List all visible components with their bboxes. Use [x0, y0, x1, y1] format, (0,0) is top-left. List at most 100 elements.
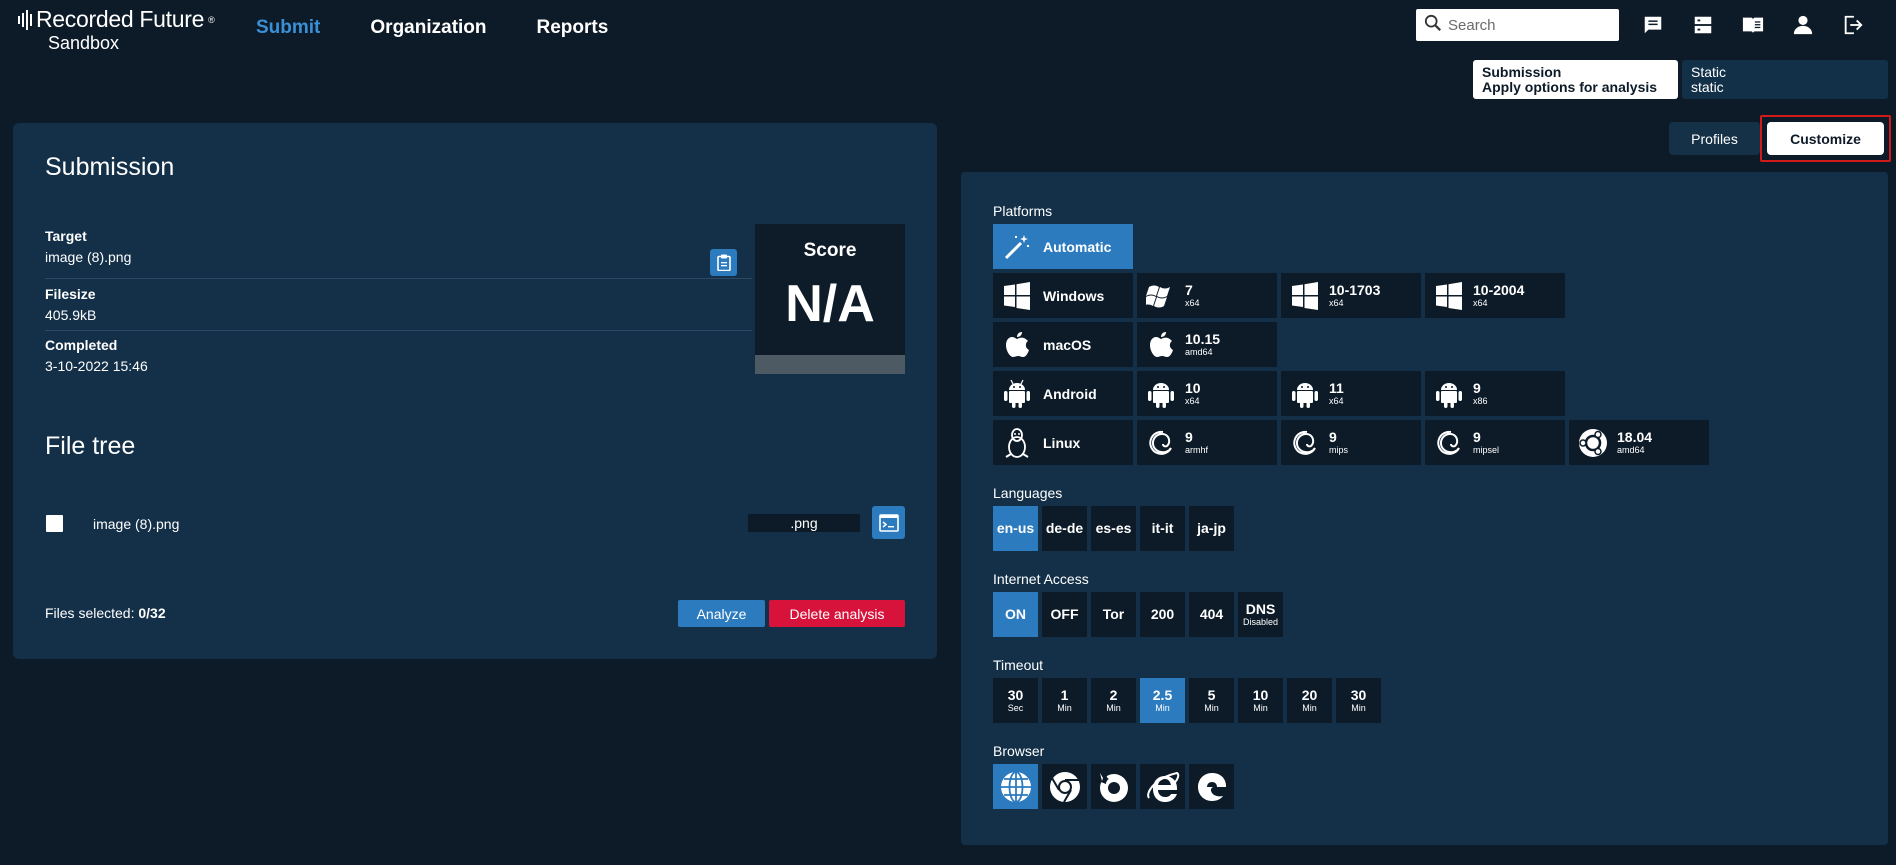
- timeout-value: 10: [1252, 686, 1269, 703]
- browser-default[interactable]: [993, 764, 1038, 809]
- timeout-1-min[interactable]: 1 Min: [1042, 678, 1087, 723]
- platform-version: 10: [1185, 379, 1201, 396]
- timeout-10-min[interactable]: 10 Min: [1238, 678, 1283, 723]
- timeout-30-sec[interactable]: 30 Sec: [993, 678, 1038, 723]
- server-icon[interactable]: [1690, 12, 1715, 37]
- submission-title: Submission: [45, 153, 175, 181]
- platform-windows-10-2004[interactable]: 10-2004 x64: [1425, 273, 1565, 318]
- platform-android-label: Android: [1043, 385, 1097, 402]
- file-checkbox[interactable]: [46, 515, 63, 532]
- android-icon: [1145, 378, 1177, 410]
- file-extension: .png: [748, 514, 860, 532]
- logo[interactable]: Recorded Future ® Sandbox: [18, 6, 215, 54]
- file-tree-title: File tree: [45, 432, 136, 460]
- search-input[interactable]: [1448, 16, 1608, 34]
- apple-icon: [1001, 329, 1033, 361]
- timeout-20-min[interactable]: 20 Min: [1287, 678, 1332, 723]
- platform-macos-10-15[interactable]: 10.15 amd64: [1137, 322, 1277, 367]
- language-it-it[interactable]: it-it: [1140, 506, 1185, 551]
- timeout-unit: Min: [1253, 702, 1268, 713]
- nav-organization[interactable]: Organization: [370, 17, 486, 39]
- globe-icon: [1000, 770, 1031, 803]
- platform-ubuntu-18-04[interactable]: 18.04 amd64: [1569, 420, 1709, 465]
- terminal-button[interactable]: [872, 506, 905, 539]
- tab-submission-title: Submission: [1482, 64, 1562, 80]
- browser-internet-explorer[interactable]: [1140, 764, 1185, 809]
- highlight-box: [1760, 115, 1891, 162]
- internet-off[interactable]: OFF: [1042, 592, 1087, 637]
- timeout-value: 2.5: [1152, 686, 1173, 703]
- windows-icon: [1001, 280, 1033, 312]
- user-icon[interactable]: [1790, 12, 1815, 37]
- search-icon: [1424, 14, 1442, 37]
- score-label: Score: [803, 240, 857, 261]
- search-box: [1416, 9, 1619, 41]
- profiles-button[interactable]: Profiles: [1669, 122, 1760, 155]
- nav-submit[interactable]: Submit: [256, 17, 320, 39]
- platform-macos[interactable]: macOS: [993, 322, 1133, 367]
- logout-icon[interactable]: [1840, 12, 1865, 37]
- platform-version: 9: [1473, 428, 1481, 445]
- platform-linux[interactable]: Linux: [993, 420, 1133, 465]
- analyze-button[interactable]: Analyze: [678, 600, 765, 627]
- browser-firefox[interactable]: [1091, 764, 1136, 809]
- platform-android-11[interactable]: 11 x64: [1281, 371, 1421, 416]
- message-icon[interactable]: [1640, 12, 1665, 37]
- platform-windows[interactable]: Windows: [993, 273, 1133, 318]
- internet-dns-disabled[interactable]: DNS Disabled: [1238, 592, 1283, 637]
- timeout-5-min[interactable]: 5 Min: [1189, 678, 1234, 723]
- windows-icon: [1289, 280, 1321, 312]
- platform-version: 9: [1185, 428, 1193, 445]
- score-value: N/A: [785, 275, 875, 333]
- internet-on[interactable]: ON: [993, 592, 1038, 637]
- file-name[interactable]: image (8).png: [93, 516, 179, 532]
- internet-option-label: 200: [1150, 606, 1175, 622]
- language-de-de[interactable]: de-de: [1042, 506, 1087, 551]
- platform-debian-mipsel[interactable]: 9 mipsel: [1425, 420, 1565, 465]
- windows-legacy-icon: [1145, 280, 1177, 312]
- language-es-es[interactable]: es-es: [1091, 506, 1136, 551]
- platform-version: 10.15: [1185, 330, 1221, 347]
- completed-row: Completed 3-10-2022 15:46: [45, 337, 752, 374]
- platform-windows-7[interactable]: 7 x64: [1137, 273, 1277, 318]
- timeout-2-5-min[interactable]: 2.5 Min: [1140, 678, 1185, 723]
- language-label: ja-jp: [1197, 520, 1226, 536]
- score-bar: [755, 355, 905, 374]
- language-label: es-es: [1095, 520, 1132, 536]
- tab-submission[interactable]: Submission Apply options for analysis: [1473, 60, 1678, 99]
- timeout-2-min[interactable]: 2 Min: [1091, 678, 1136, 723]
- copy-button[interactable]: [710, 249, 737, 276]
- language-label: en-us: [996, 520, 1035, 536]
- tab-static[interactable]: Static static: [1682, 60, 1888, 99]
- browser-label: Browser: [993, 743, 1045, 759]
- language-ja-jp[interactable]: ja-jp: [1189, 506, 1234, 551]
- delete-analysis-button[interactable]: Delete analysis: [769, 600, 905, 627]
- platform-debian-mips[interactable]: 9 mips: [1281, 420, 1421, 465]
- browser-chrome[interactable]: [1042, 764, 1087, 809]
- platform-android-9[interactable]: 9 x86: [1425, 371, 1565, 416]
- platform-automatic[interactable]: Automatic: [993, 224, 1133, 269]
- platform-windows-10-1703[interactable]: 10-1703 x64: [1281, 273, 1421, 318]
- brand-registered-mark: ®: [208, 14, 215, 25]
- browser-edge[interactable]: [1189, 764, 1234, 809]
- firefox-icon: [1099, 772, 1128, 802]
- internet-tor[interactable]: Tor: [1091, 592, 1136, 637]
- platform-android-10[interactable]: 10 x64: [1137, 371, 1277, 416]
- internet-200[interactable]: 200: [1140, 592, 1185, 637]
- nav-reports[interactable]: Reports: [537, 17, 609, 39]
- book-icon[interactable]: [1740, 12, 1765, 37]
- product-name: Sandbox: [48, 33, 120, 53]
- terminal-icon: [878, 513, 899, 532]
- filesize-label: Filesize: [45, 286, 96, 302]
- platform-version: 9: [1329, 428, 1337, 445]
- linux-penguin-icon: [1001, 427, 1033, 459]
- platform-version: 11: [1329, 379, 1344, 396]
- internet-404[interactable]: 404: [1189, 592, 1234, 637]
- filesize-value: 405.9kB: [45, 307, 97, 323]
- timeout-30-min[interactable]: 30 Min: [1336, 678, 1381, 723]
- filesize-row: Filesize 405.9kB: [45, 286, 752, 331]
- language-en-us[interactable]: en-us: [993, 506, 1038, 551]
- platform-android[interactable]: Android: [993, 371, 1133, 416]
- platform-debian-armhf[interactable]: 9 armhf: [1137, 420, 1277, 465]
- debian-icon: [1289, 427, 1321, 459]
